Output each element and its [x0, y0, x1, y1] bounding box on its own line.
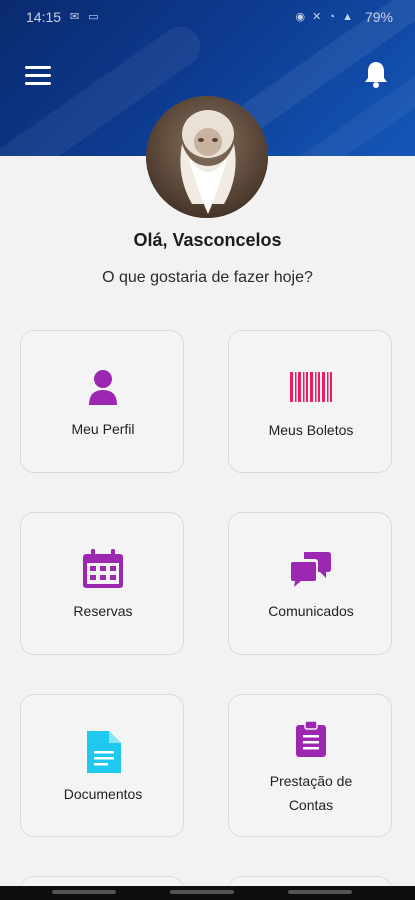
navigation-bar	[0, 886, 415, 900]
card-label: Meus Boletos	[268, 422, 354, 438]
hamburger-menu-icon[interactable]	[25, 66, 51, 88]
avatar-photo	[146, 96, 268, 218]
nav-recents-handle[interactable]	[288, 890, 352, 894]
greeting-subtitle: O que gostaria de fazer hoje?	[102, 269, 313, 286]
user-icon	[21, 369, 185, 410]
chat-bubbles-icon	[229, 550, 393, 593]
card-documentos[interactable]: Documentos	[20, 694, 184, 837]
card-label: Reservas	[73, 603, 133, 619]
card-label: Comunicados	[268, 603, 354, 619]
nav-back-handle[interactable]	[52, 890, 116, 894]
card-label: Prestação de Contas	[269, 773, 353, 813]
battery-level: 79%	[364, 9, 393, 25]
system-icons: ◉ ✕ ◔ ▲	[295, 11, 355, 23]
calendar-icon	[21, 549, 185, 594]
bell-icon[interactable]	[363, 60, 389, 88]
card-comunicados[interactable]: Comunicados	[228, 512, 392, 655]
card-reservas[interactable]: Reservas	[20, 512, 184, 655]
greeting-title: Olá, Vasconcelos	[133, 230, 282, 250]
status-bar: 14:15 ✉ ▭ ◉ ✕ ◔ ▲ 79%	[0, 0, 415, 32]
notification-icons: ✉ ▭	[70, 11, 102, 23]
card-meus-boletos[interactable]: Meus Boletos	[228, 330, 392, 473]
card-prestacao-de-contas[interactable]: Prestação de Contas	[228, 694, 392, 837]
barcode-icon	[229, 372, 393, 407]
avatar[interactable]	[146, 96, 268, 218]
status-time: 14:15	[26, 9, 62, 25]
card-label: Meu Perfil	[71, 421, 135, 437]
clipboard-icon	[229, 720, 393, 762]
card-label: Documentos	[63, 786, 143, 802]
card-meu-perfil[interactable]: Meu Perfil	[20, 330, 184, 473]
document-icon	[21, 731, 185, 778]
nav-home-handle[interactable]	[170, 890, 234, 894]
